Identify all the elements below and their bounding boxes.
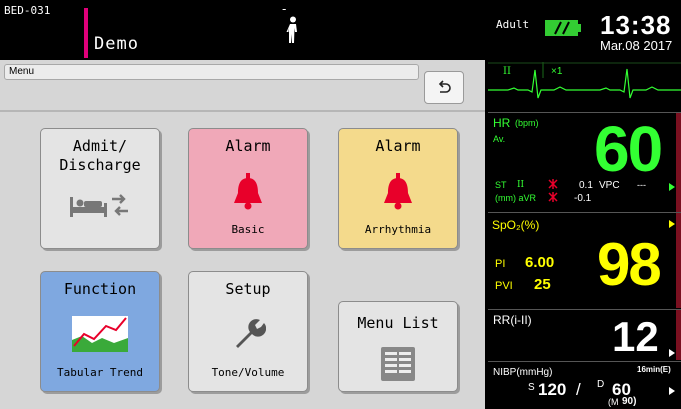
hr-avg-label: Av.: [493, 134, 506, 144]
battery-icon: [545, 20, 581, 36]
hr-alarm-strip: [676, 113, 681, 212]
tick-mark: -: [282, 2, 287, 16]
st-off-icon: [548, 179, 558, 189]
nibp-arrow-icon: [669, 387, 675, 395]
trend-graph-icon: [72, 316, 128, 352]
vpc-value: ---: [637, 180, 646, 190]
st-off-icon: [548, 192, 558, 202]
ecg-lead-label: II: [503, 66, 511, 77]
pi-value: 6.00: [525, 254, 555, 271]
bed-color-bar: [84, 8, 88, 58]
back-button[interactable]: [424, 71, 464, 104]
nibp-sys-label: S: [528, 382, 535, 393]
st-value-1: 0.1: [579, 180, 593, 191]
ecg-waveform[interactable]: [488, 62, 681, 112]
nibp-slash: /: [576, 380, 581, 399]
clock-date: Mar.08 2017: [600, 38, 673, 53]
nibp-time: 16min(E): [637, 365, 671, 374]
tile-subtitle: Basic: [231, 223, 265, 236]
list-icon: [381, 347, 415, 381]
bell-icon: [234, 173, 262, 210]
nibp-dia-label: D: [597, 379, 605, 390]
tile-subtitle: Tone/Volume: [211, 366, 285, 379]
tile-title-line1: Admit/: [72, 137, 128, 155]
separator: [488, 309, 681, 310]
hr-value[interactable]: 60: [594, 112, 663, 186]
back-arrow-icon: [438, 79, 451, 93]
rr-arrow-icon: [669, 349, 675, 357]
menu-divider: [0, 110, 485, 112]
pi-label: PI: [495, 258, 506, 270]
wrench-icon: [236, 319, 266, 348]
st-value-2: -0.1: [574, 193, 592, 204]
tile-title-line2: Discharge: [59, 156, 141, 174]
tile-subtitle: Tabular Trend: [56, 366, 144, 379]
tile-title: Function: [63, 280, 137, 298]
menu-title-bar: Menu: [4, 64, 419, 80]
menu-list-button[interactable]: Menu List: [338, 301, 458, 392]
vpc-label: VPC: [599, 180, 620, 191]
rr-value[interactable]: 12: [612, 313, 659, 361]
alarm-arrhythmia-button[interactable]: Alarm Arrhythmia: [338, 128, 458, 249]
tile-subtitle: Arrhythmia: [364, 223, 432, 236]
person-icon: [286, 16, 297, 43]
pvi-label: PVI: [495, 280, 513, 292]
nibp-label[interactable]: NIBP(mmHg): [493, 367, 552, 378]
spo2-label[interactable]: SpO₂(%): [492, 218, 539, 232]
hr-arrow-icon: [669, 183, 675, 191]
tile-title: Setup: [225, 280, 271, 298]
spo2-alarm-strip: [676, 213, 681, 308]
status-header: BED-031 Demo - Adult 13:38 Mar.08 2017: [0, 0, 681, 60]
bed-transfer-icon: [70, 194, 128, 217]
patient-type: Adult: [496, 18, 530, 31]
st-lead: II: [517, 180, 525, 190]
rr-label[interactable]: RR(i-II): [493, 313, 532, 327]
nibp-map-value: 90): [622, 396, 637, 407]
spo2-arrow-icon: [669, 220, 675, 228]
spo2-value[interactable]: 98: [597, 230, 662, 299]
nibp-sys-value[interactable]: 120: [538, 380, 566, 400]
ecg-gain-label: ×1: [551, 66, 563, 77]
clock-time: 13:38: [600, 10, 672, 40]
tile-title: Menu List: [357, 314, 439, 332]
demo-label: Demo: [94, 34, 139, 54]
nibp-map-label: (M: [608, 397, 619, 407]
bed-id: BED-031: [4, 4, 51, 17]
tile-title: Alarm: [375, 137, 421, 155]
separator: [488, 361, 681, 362]
menu-title: Menu: [9, 66, 35, 77]
tile-title: Alarm: [225, 137, 271, 155]
hr-unit: (bpm): [515, 118, 539, 128]
hr-label[interactable]: HR: [493, 116, 510, 130]
setup-tone-volume-button[interactable]: Setup Tone/Volume: [188, 271, 308, 392]
pvi-value: 25: [534, 276, 551, 293]
admit-discharge-button[interactable]: Admit/ Discharge: [40, 128, 160, 249]
bell-icon: [384, 173, 412, 210]
rr-alarm-strip: [676, 310, 681, 360]
st-unit-lead: (mm) aVR: [495, 193, 536, 203]
separator: [488, 212, 681, 213]
st-label: ST: [495, 180, 507, 190]
function-tabular-trend-button[interactable]: Function Tabular Trend: [40, 271, 160, 392]
alarm-basic-button[interactable]: Alarm Basic: [188, 128, 308, 249]
